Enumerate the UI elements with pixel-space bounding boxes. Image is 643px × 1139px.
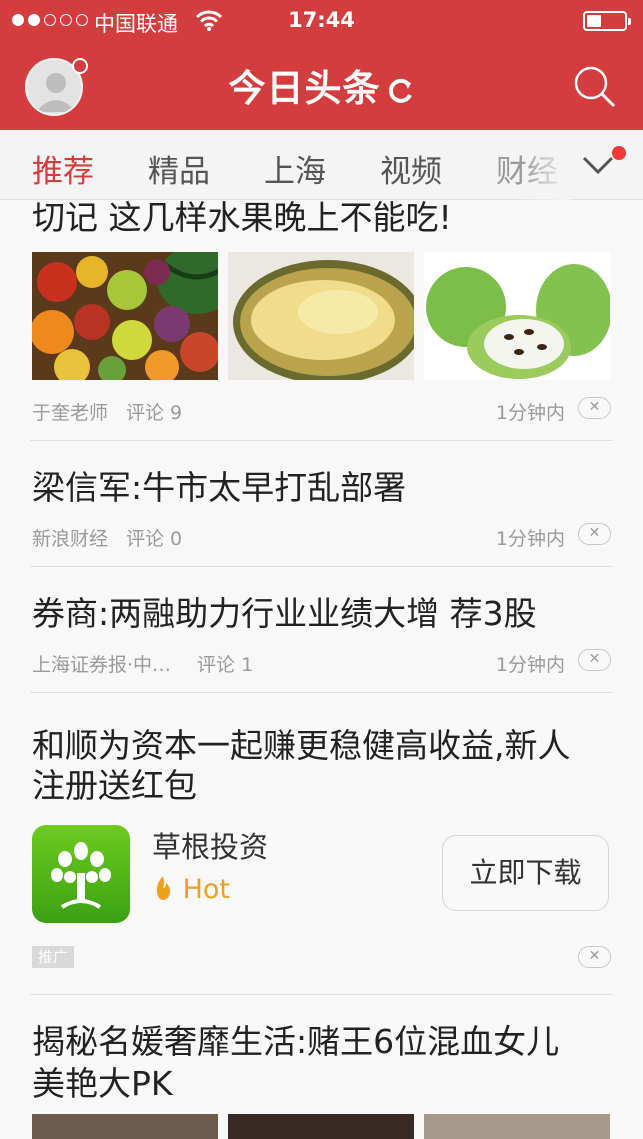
divider	[30, 566, 613, 567]
article-thumbnail[interactable]	[228, 1114, 414, 1139]
app-logo[interactable]: 今日头条	[0, 58, 643, 112]
article-meta: 于奎老师 评论 9	[32, 398, 182, 425]
app-logo-text: 今日头条	[228, 67, 381, 110]
article-title[interactable]: 梁信军:牛市太早打乱部署	[32, 466, 406, 510]
divider	[30, 440, 613, 441]
article-thumbnail-custard-apple[interactable]	[424, 252, 610, 380]
app-name: 草根投资	[152, 830, 269, 864]
tab-selected[interactable]: 精品	[148, 146, 210, 191]
ad-title-line-2[interactable]: 注册送红包	[32, 764, 197, 808]
refresh-icon	[388, 78, 412, 103]
dismiss-button[interactable]: ✕	[578, 397, 611, 419]
flame-icon	[156, 876, 170, 900]
article-time: 1分钟内	[495, 654, 565, 676]
article-thumbnail-durian[interactable]	[228, 252, 414, 380]
article-source: 于奎老师	[32, 402, 109, 424]
dismiss-button[interactable]: ✕	[578, 946, 611, 968]
divider	[30, 692, 613, 693]
hot-text: Hot	[182, 874, 231, 905]
tabs-fade	[520, 130, 570, 200]
ad-title-line-1[interactable]: 和顺为资本一起赚更稳健高收益,新人	[32, 724, 571, 768]
app-icon[interactable]	[32, 825, 130, 923]
article-title[interactable]: 切记 这几样水果晚上不能吃!	[32, 196, 452, 240]
app-header: 中国联通 17:44 今日头条	[0, 0, 643, 130]
tab-shanghai[interactable]: 上海	[264, 146, 326, 191]
clock: 17:44	[288, 8, 355, 32]
article-title-line-2[interactable]: 美艳大PK	[32, 1062, 173, 1106]
tree-icon	[51, 842, 111, 909]
article-thumbnail-fruits[interactable]	[32, 252, 218, 380]
promo-tag: 推广	[32, 946, 74, 968]
article-comments: 评论 1	[197, 654, 254, 676]
new-channel-dot	[612, 146, 626, 160]
article-title-line-1[interactable]: 揭秘名媛奢靡生活:赌王6位混血女儿	[32, 1020, 559, 1064]
download-button[interactable]: 立即下载	[442, 835, 609, 911]
dismiss-button[interactable]: ✕	[578, 649, 611, 671]
battery-icon	[583, 11, 631, 31]
article-thumbnail[interactable]	[424, 1114, 610, 1139]
article-time: 1分钟内	[495, 402, 565, 424]
article-meta: 新浪财经 评论 0	[32, 524, 182, 551]
article-comments: 评论 0	[126, 528, 183, 550]
article-time: 1分钟内	[495, 528, 565, 550]
search-icon[interactable]	[570, 62, 620, 112]
article-comments: 评论 9	[126, 402, 183, 424]
hot-label: Hot	[152, 874, 230, 905]
article-meta: 上海证券报·中… 评论 1	[32, 650, 253, 677]
channel-tabs: 推荐 精品 上海 视频 财经	[0, 130, 643, 200]
article-thumbnail[interactable]	[32, 1114, 218, 1139]
article-source: 上海证券报·中…	[32, 654, 172, 676]
tab-video[interactable]: 视频	[380, 146, 442, 191]
article-source: 新浪财经	[32, 528, 109, 550]
divider	[30, 994, 613, 995]
dismiss-button[interactable]: ✕	[578, 523, 611, 545]
status-bar: 中国联通 17:44	[0, 0, 643, 44]
article-title[interactable]: 券商:两融助力行业业绩大增 荐3股	[32, 592, 537, 636]
tab-recommend[interactable]: 推荐	[32, 146, 94, 191]
